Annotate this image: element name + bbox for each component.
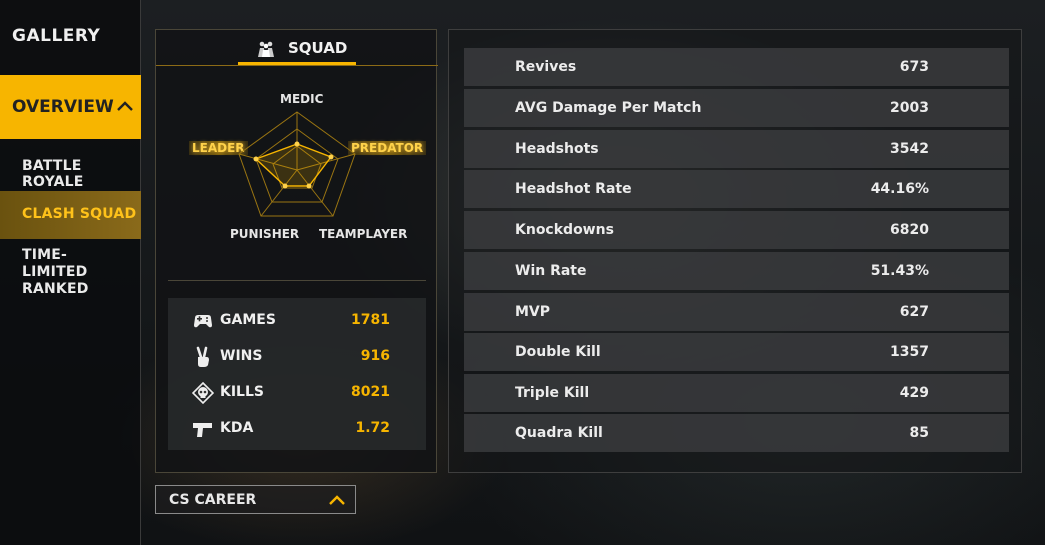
pistol-icon: [193, 423, 212, 437]
detail-row: Win Rate 51.43%: [464, 252, 1009, 290]
detail-label: Knockdowns: [515, 222, 614, 238]
detail-row: Quadra Kill 85: [464, 414, 1009, 452]
detail-row: Triple Kill 429: [464, 374, 1009, 412]
stats-box: GAMES 1781 WINS 916 KILLS 8021 KDA 1.72: [168, 298, 426, 450]
detail-value: 3542: [890, 141, 929, 157]
gallery-title[interactable]: GALLERY: [12, 26, 100, 46]
detail-label: Headshots: [515, 141, 599, 157]
stat-row-games: GAMES 1781: [168, 306, 426, 336]
detail-row: AVG Damage Per Match 2003: [464, 89, 1009, 127]
detail-value: 51.43%: [870, 263, 929, 279]
radar-label-punisher: PUNISHER: [230, 227, 300, 241]
stat-row-wins: WINS 916: [168, 342, 426, 372]
sidebar-item-time-limited-ranked[interactable]: TIME-LIMITED RANKED: [0, 247, 110, 298]
stat-row-kills: KILLS 8021: [168, 378, 426, 408]
radar-label-teamplayer: TEAMPLAYER: [319, 227, 408, 241]
career-dropdown-label: CS CAREER: [169, 492, 257, 508]
detail-row: Headshots 3542: [464, 130, 1009, 168]
detail-value: 85: [909, 425, 929, 441]
sidebar: GALLERY OVERVIEW BATTLE ROYALE CLASH SQU…: [0, 0, 141, 545]
chevron-up-icon: [329, 495, 345, 505]
sidebar-item-label: CLASH SQUAD: [22, 206, 137, 222]
stat-row-kda: KDA 1.72: [168, 414, 426, 444]
sidebar-item-clash-squad[interactable]: CLASH SQUAD: [0, 191, 141, 239]
detail-row: Double Kill 1357: [464, 333, 1009, 371]
squad-header: SQUAD: [156, 30, 438, 66]
radar-label-medic: MEDIC: [280, 92, 324, 106]
stat-label: KDA: [220, 420, 254, 436]
detail-label: Headshot Rate: [515, 181, 632, 197]
radar-point: [253, 156, 259, 162]
detail-label: Triple Kill: [515, 385, 590, 401]
divider: [168, 280, 426, 281]
stat-label: GAMES: [220, 312, 276, 328]
detail-value: 2003: [890, 100, 929, 116]
stat-value: 916: [360, 348, 390, 364]
stat-label: KILLS: [220, 384, 264, 400]
detail-row: Revives 673: [464, 48, 1009, 86]
detail-row: MVP 627: [464, 293, 1009, 331]
career-dropdown[interactable]: CS CAREER: [155, 485, 356, 514]
squad-title-underline: [238, 62, 356, 65]
squad-icon: [258, 41, 274, 57]
sidebar-item-label: TIME-LIMITED RANKED: [22, 247, 89, 297]
detail-value: 1357: [890, 344, 929, 360]
radar-point: [282, 183, 288, 189]
detail-stats-panel: Revives 673 AVG Damage Per Match 2003 He…: [448, 29, 1022, 473]
radar-point: [328, 154, 334, 160]
sidebar-item-battle-royale[interactable]: BATTLE ROYALE: [0, 158, 141, 190]
stat-value: 1781: [351, 312, 390, 328]
detail-label: Revives: [515, 59, 577, 75]
detail-value: 673: [899, 59, 929, 75]
radar-label-predator: PREDATOR: [348, 141, 427, 155]
overview-label: OVERVIEW: [12, 97, 114, 117]
detail-row: Headshot Rate 44.16%: [464, 170, 1009, 208]
radar-point: [306, 183, 312, 189]
skull-icon: [192, 382, 214, 404]
squad-panel: SQUAD MEDIC LEADER PREDATOR PUNISHER TEA…: [155, 29, 438, 473]
chevron-up-icon: [117, 101, 133, 111]
detail-label: Double Kill: [515, 344, 601, 360]
detail-label: AVG Damage Per Match: [515, 100, 702, 116]
stat-value: 1.72: [355, 420, 390, 436]
victory-hand-icon: [196, 346, 209, 367]
detail-value: 429: [899, 385, 929, 401]
detail-value: 6820: [890, 222, 929, 238]
detail-row: Knockdowns 6820: [464, 211, 1009, 249]
overview-tab[interactable]: OVERVIEW: [0, 75, 141, 139]
radar-point: [294, 141, 300, 147]
sidebar-item-label: BATTLE ROYALE: [22, 158, 84, 190]
detail-label: MVP: [515, 304, 551, 320]
detail-value: 44.16%: [870, 181, 929, 197]
gamepad-icon: [194, 315, 212, 328]
detail-label: Win Rate: [515, 263, 587, 279]
detail-label: Quadra Kill: [515, 425, 603, 441]
squad-title: SQUAD: [288, 39, 348, 57]
stat-value: 8021: [351, 384, 390, 400]
radar-chart: [238, 111, 356, 217]
detail-value: 627: [899, 304, 929, 320]
stat-label: WINS: [220, 348, 263, 364]
